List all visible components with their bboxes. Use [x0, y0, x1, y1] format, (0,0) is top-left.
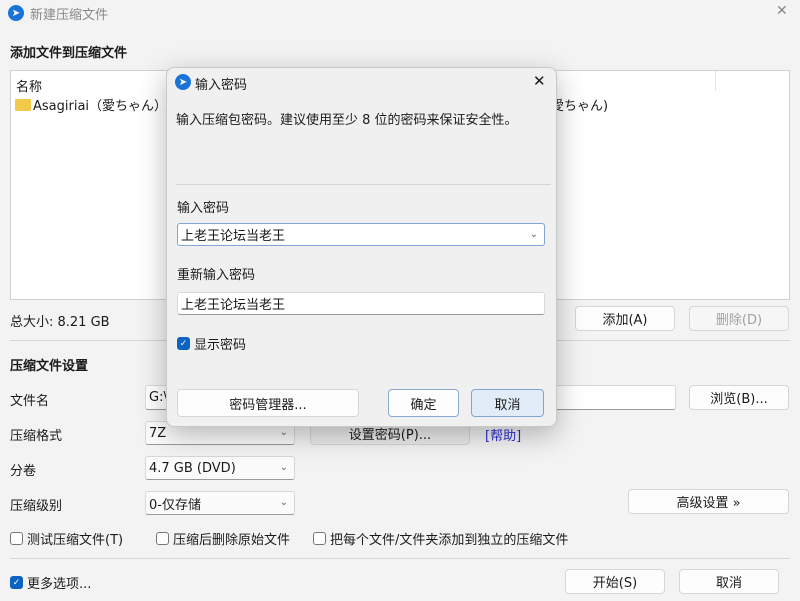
dialog-hint: 输入压缩包密码。建议使用至少 8 位的密码来保证安全性。 [176, 113, 518, 128]
window-title: 新建压缩文件 [30, 8, 109, 23]
password-value: 上老王论坛当老王 [181, 229, 286, 244]
chevron-down-icon: ⌄ [529, 229, 538, 240]
cancel-button[interactable]: 取消 [679, 569, 779, 594]
check-icon: ✓ [10, 576, 23, 589]
dialog-app-icon: ➤ [175, 74, 191, 90]
file-path: 愛ちゃん) [551, 99, 609, 114]
app-icon: ➤ [8, 5, 24, 21]
chevron-down-icon: ⌄ [279, 427, 288, 438]
level-value: 0-仅存储 [149, 497, 201, 513]
level-label: 压缩级别 [10, 499, 63, 514]
each-separate-label: 把每个文件/文件夹添加到独立的压缩文件 [330, 533, 569, 548]
dialog-title: 输入密码 [195, 78, 248, 93]
advanced-settings-button[interactable]: 高级设置 » [628, 489, 789, 514]
file-name: Asagiriai（愛ちゃん） [33, 99, 168, 114]
start-button[interactable]: 开始(S) [565, 569, 665, 594]
browse-button[interactable]: 浏览(B)... [689, 385, 789, 410]
dialog-close-button[interactable]: ✕ [533, 72, 546, 90]
split-value: 4.7 GB (DVD) [149, 460, 236, 476]
level-select[interactable]: 0-仅存储 ⌄ [145, 491, 295, 515]
password-label: 输入密码 [177, 201, 230, 216]
confirm-label: 重新输入密码 [177, 268, 256, 283]
more-options-checkbox[interactable]: ✓ 更多选项... [10, 573, 91, 592]
confirm-password-input[interactable]: 上老王论坛当老王 [177, 292, 545, 315]
delete-after-checkbox[interactable]: 压缩后删除原始文件 [156, 529, 290, 548]
show-password-label: 显示密码 [194, 338, 247, 353]
dialog-cancel-button[interactable]: 取消 [471, 389, 544, 417]
settings-section-title: 压缩文件设置 [10, 359, 89, 374]
files-section-title: 添加文件到压缩文件 [10, 46, 128, 61]
list-item[interactable]: Asagiriai（愛ちゃん） [15, 95, 167, 114]
help-link[interactable]: [帮助] [485, 425, 521, 444]
split-label: 分卷 [10, 464, 37, 479]
chevron-down-icon: ⌄ [279, 497, 288, 508]
checkbox-box [10, 532, 23, 545]
folder-icon [15, 98, 31, 111]
test-checkbox[interactable]: 测试压缩文件(T) [10, 529, 123, 548]
ok-button[interactable]: 确定 [388, 389, 459, 417]
format-value: 7Z [149, 425, 167, 441]
show-password-checkbox[interactable]: ✓ 显示密码 [177, 334, 246, 353]
password-combobox[interactable]: 上老王论坛当老王 ⌄ [177, 223, 545, 246]
password-dialog: ➤ 输入密码 ✕ 输入压缩包密码。建议使用至少 8 位的密码来保证安全性。 输入… [166, 67, 557, 427]
each-separate-checkbox[interactable]: 把每个文件/文件夹添加到独立的压缩文件 [313, 529, 568, 548]
column-header-name[interactable]: 名称 [16, 76, 42, 95]
split-select[interactable]: 4.7 GB (DVD) ⌄ [145, 456, 295, 480]
check-icon: ✓ [177, 337, 190, 350]
divider [10, 558, 790, 559]
window-close-button[interactable]: ✕ [776, 3, 788, 19]
chevron-down-icon: ⌄ [279, 462, 288, 473]
format-label: 压缩格式 [10, 429, 63, 444]
delete-button[interactable]: 删除(D) [689, 306, 789, 331]
filename-label: 文件名 [10, 394, 50, 409]
divider [176, 184, 551, 185]
more-options-label: 更多选项... [27, 577, 92, 592]
checkbox-box [156, 532, 169, 545]
test-label: 测试压缩文件(T) [27, 533, 124, 548]
total-size: 总大小: 8.21 GB [10, 315, 110, 330]
add-button[interactable]: 添加(A) [575, 306, 675, 331]
checkbox-box [313, 532, 326, 545]
password-manager-button[interactable]: 密码管理器... [177, 389, 359, 417]
delete-after-label: 压缩后删除原始文件 [173, 533, 291, 548]
